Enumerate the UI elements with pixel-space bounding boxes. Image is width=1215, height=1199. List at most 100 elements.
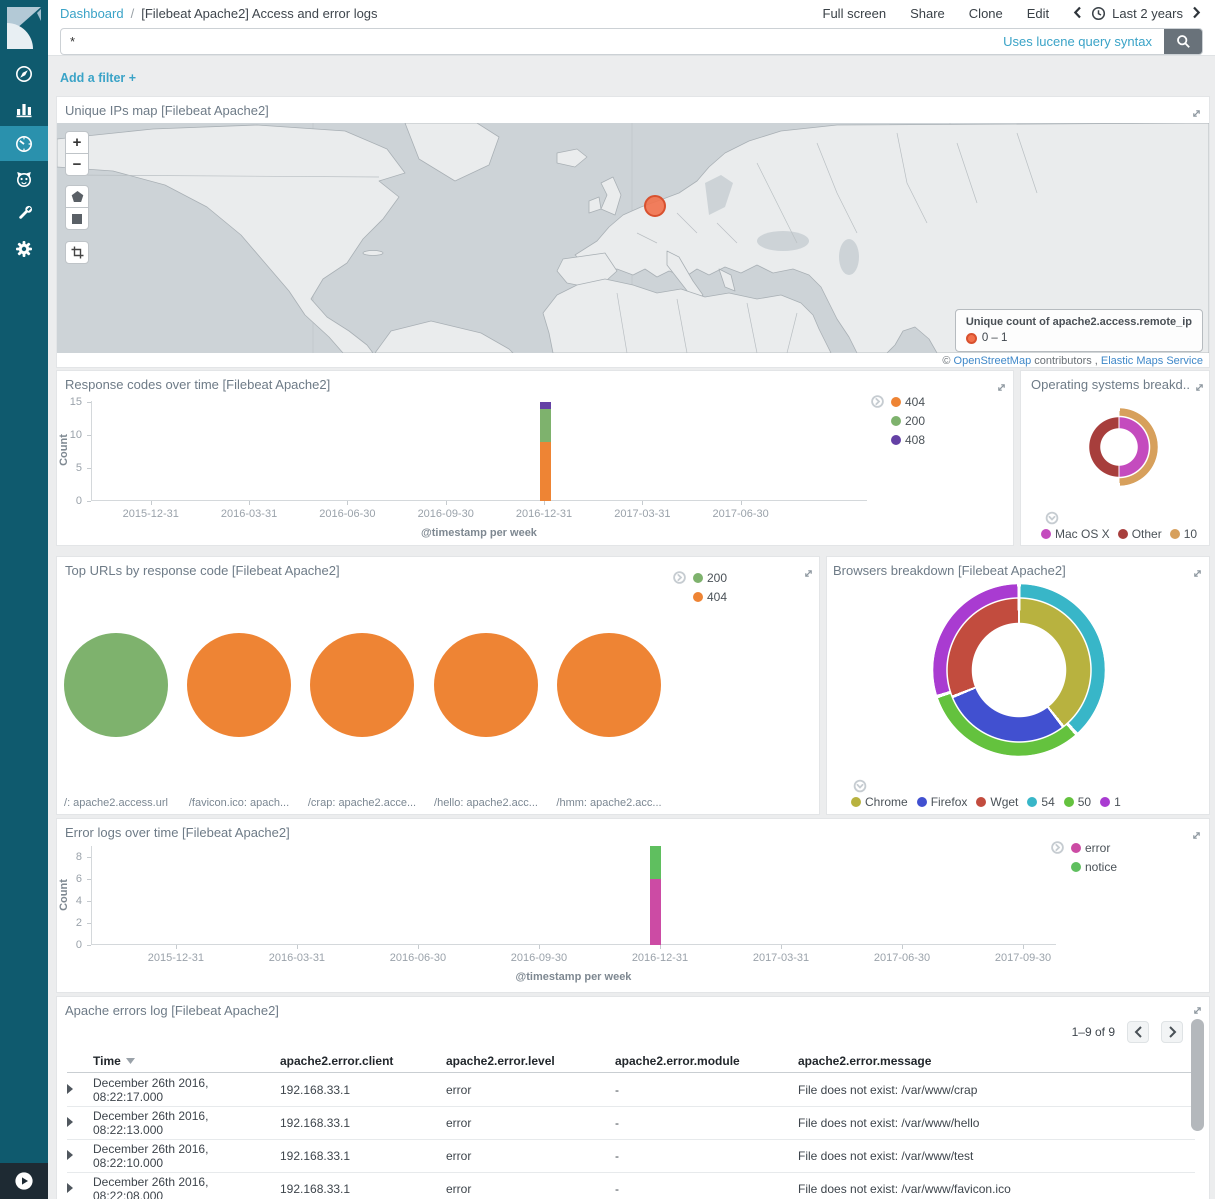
cell-message: File does not exist: /var/www/hello (798, 1116, 1195, 1130)
expand-panel-icon[interactable] (996, 380, 1007, 398)
legend-label: 200 (905, 414, 925, 428)
legend-toggle-icon[interactable] (871, 395, 884, 447)
legend-item[interactable]: Other (1118, 527, 1162, 541)
query-value: * (61, 34, 75, 49)
x-tick-mark (176, 945, 177, 949)
legend-item[interactable]: 1 (1100, 795, 1121, 809)
legend-item[interactable]: 404 (891, 395, 925, 409)
table-scrollbar[interactable] (1191, 1019, 1204, 1131)
time-picker[interactable]: Last 2 years (1091, 6, 1183, 21)
sidebar-item-visualize[interactable] (0, 91, 48, 126)
sidebar-item-dashboard[interactable] (0, 126, 48, 161)
legend-toggle-icon[interactable] (849, 780, 867, 793)
bar-segment-200[interactable] (540, 409, 551, 442)
column-header[interactable]: apache2.error.module (615, 1054, 798, 1068)
expand-panel-icon[interactable] (1191, 106, 1202, 124)
map-draw-polygon-button[interactable] (65, 185, 89, 208)
sort-caret-icon[interactable] (126, 1058, 135, 1064)
map-legend-range: 0 – 1 (982, 332, 1008, 344)
column-header[interactable]: apache2.error.message (798, 1054, 1195, 1068)
map-fit-bounds-button[interactable] (65, 241, 89, 264)
kibana-logo[interactable] (0, 0, 48, 56)
sidebar-item-discover[interactable] (0, 56, 48, 91)
x-tick-label: 2016-03-31 (252, 952, 342, 964)
sidebar-item-management[interactable] (0, 231, 48, 266)
openstreetmap-link[interactable]: OpenStreetMap (954, 355, 1032, 367)
chart-legend: 200404 (673, 571, 727, 604)
x-tick-mark (660, 945, 661, 949)
legend-label: Firefox (931, 795, 968, 809)
pie-slice-404[interactable] (557, 633, 661, 737)
bar-segment-404[interactable] (540, 442, 551, 501)
map-marker (645, 196, 665, 216)
time-back-button[interactable] (1073, 6, 1082, 22)
query-input[interactable]: * Uses lucene query syntax (60, 28, 1203, 55)
x-tick-mark (446, 501, 447, 505)
legend-item[interactable]: Wget (976, 795, 1018, 809)
expand-panel-icon[interactable] (1194, 380, 1205, 398)
top-navbar: Dashboard / [Filebeat Apache2] Access an… (48, 0, 1215, 27)
y-tick-label: 15 (57, 396, 82, 408)
row-expand-caret[interactable] (67, 1116, 93, 1130)
donut-inner-ring[interactable] (1080, 408, 1158, 486)
search-button[interactable] (1164, 28, 1202, 55)
map-zoom-out-button[interactable]: − (65, 153, 89, 176)
pie-slice-404[interactable] (310, 633, 414, 737)
pagination-prev-button[interactable] (1127, 1021, 1149, 1043)
bar-segment-error[interactable] (650, 879, 661, 945)
legend-item[interactable]: 50 (1064, 795, 1091, 809)
pie-slice-200[interactable] (64, 633, 168, 737)
sidebar-item-dev-tools[interactable] (0, 196, 48, 231)
expand-panel-icon[interactable] (1191, 828, 1202, 846)
legend-item[interactable]: error (1071, 841, 1117, 855)
legend-item[interactable]: Chrome (851, 795, 908, 809)
legend-item[interactable]: 200 (891, 414, 925, 428)
bar-segment-notice[interactable] (650, 846, 661, 879)
legend-toggle-icon[interactable] (673, 571, 686, 604)
legend-item[interactable]: 404 (693, 590, 727, 604)
elastic-maps-link[interactable]: Elastic Maps Service (1101, 355, 1203, 367)
time-forward-button[interactable] (1192, 6, 1201, 22)
legend-item[interactable]: Mac OS X (1041, 527, 1110, 541)
donut-inner-ring[interactable] (933, 584, 1105, 756)
x-tick-label: 2017-03-31 (736, 952, 826, 964)
edit-button[interactable]: Edit (1027, 6, 1049, 21)
pie-slice-404[interactable] (187, 633, 291, 737)
legend-item[interactable]: 200 (693, 571, 727, 585)
cell-client: 192.168.33.1 (280, 1116, 446, 1130)
pie-slice-404[interactable] (434, 633, 538, 737)
row-expand-caret[interactable] (67, 1083, 93, 1097)
clone-button[interactable]: Clone (969, 6, 1003, 21)
legend-items: error notice (1071, 841, 1117, 874)
pagination-next-button[interactable] (1161, 1021, 1183, 1043)
expand-panel-icon[interactable] (803, 566, 814, 584)
cell-module: - (615, 1149, 798, 1163)
row-expand-caret[interactable] (67, 1149, 93, 1163)
map-zoom-in-button[interactable]: + (65, 131, 89, 154)
legend-item[interactable]: Firefox (917, 795, 968, 809)
sidebar-item-timelion[interactable] (0, 161, 48, 196)
legend-toggle-icon[interactable] (1041, 512, 1059, 525)
x-tick-mark (249, 501, 250, 505)
add-filter-button[interactable]: Add a filter + (60, 71, 136, 85)
expand-panel-icon[interactable] (1192, 566, 1203, 584)
lucene-syntax-link[interactable]: Uses lucene query syntax (1003, 34, 1164, 49)
y-axis-label: Count (58, 860, 70, 930)
row-expand-caret[interactable] (67, 1182, 93, 1196)
legend-item[interactable]: 408 (891, 433, 925, 447)
map-draw-rectangle-button[interactable] (65, 207, 89, 230)
column-header[interactable]: Time (93, 1054, 280, 1068)
sidebar-collapse[interactable] (0, 1163, 48, 1199)
x-tick-mark (539, 945, 540, 949)
add-filter-label: Add a filter (60, 71, 125, 85)
legend-item[interactable]: notice (1071, 860, 1117, 874)
share-button[interactable]: Share (910, 6, 945, 21)
column-header[interactable]: apache2.error.client (280, 1054, 446, 1068)
bar-segment-408[interactable] (540, 402, 551, 409)
full-screen-button[interactable]: Full screen (823, 6, 887, 21)
legend-item[interactable]: 10 (1170, 527, 1197, 541)
breadcrumb-dashboard-link[interactable]: Dashboard (60, 6, 124, 21)
cell-level: error (446, 1116, 615, 1130)
column-header[interactable]: apache2.error.level (446, 1054, 615, 1068)
legend-item[interactable]: 54 (1027, 795, 1054, 809)
